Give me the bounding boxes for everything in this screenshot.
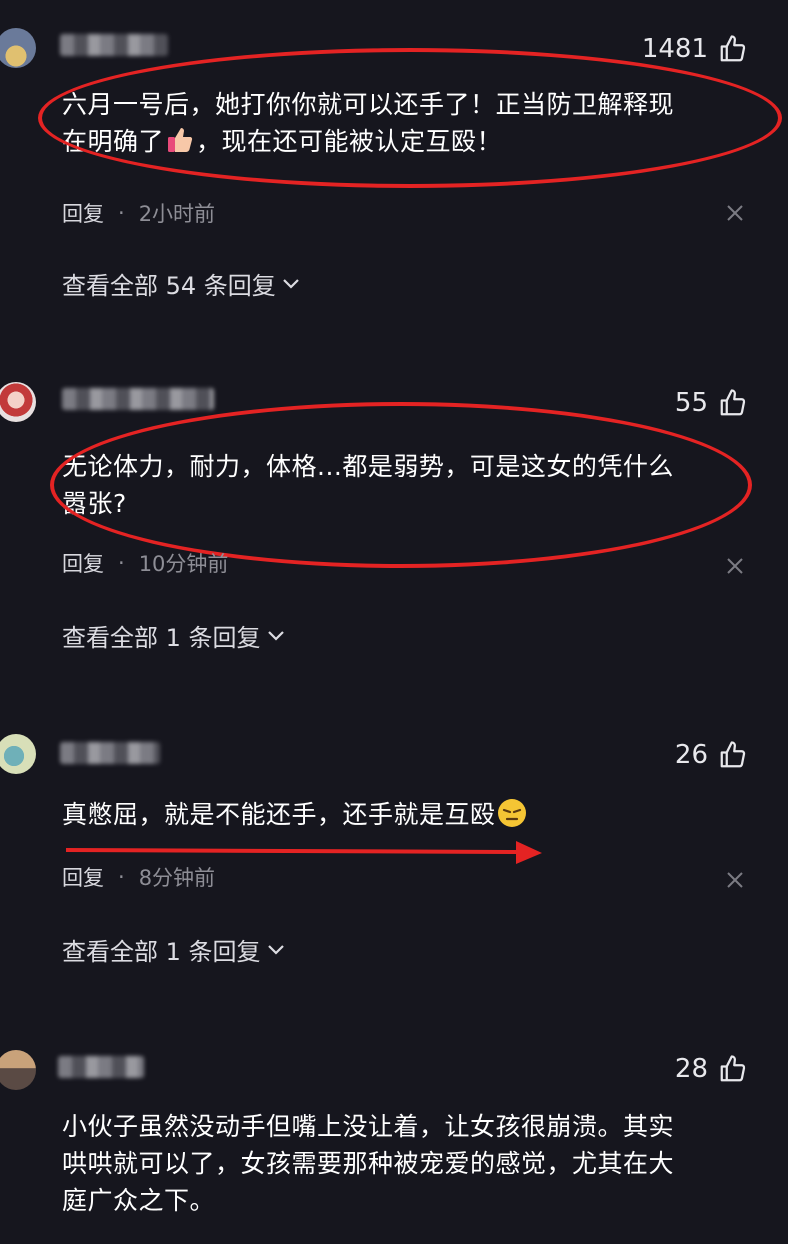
comment-text-line: 哄哄就可以了，女孩需要那种被宠爱的感觉，尤其在大 (62, 1149, 675, 1178)
comment-text: 真憋屈，就是不能还手，还手就是互殴 (62, 796, 742, 833)
separator-dot: · (118, 865, 125, 889)
view-all-replies-button[interactable]: 查看全部 1 条回复 (62, 618, 285, 653)
close-icon[interactable] (724, 555, 746, 577)
thumbs-up-icon (720, 35, 746, 62)
like-button[interactable]: 1481 (642, 34, 748, 64)
like-button[interactable]: 28 (675, 1054, 748, 1084)
view-all-replies-button[interactable]: 查看全部 54 条回复 (62, 266, 300, 301)
like-count: 1481 (641, 34, 708, 64)
like-count: 55 (674, 388, 708, 418)
username-blurred[interactable] (58, 1056, 144, 1078)
reply-button[interactable]: 回复 (62, 862, 104, 892)
timestamp: 10分钟前 (138, 552, 229, 576)
thumbs-up-icon (720, 389, 746, 416)
view-all-replies-label: 查看全部 1 条回复 (62, 938, 261, 966)
view-all-replies-label: 查看全部 54 条回复 (62, 272, 276, 300)
avatar[interactable] (0, 28, 36, 68)
username-blurred[interactable] (62, 388, 214, 410)
comment-text-line: 庭广众之下。 (62, 1186, 216, 1215)
comment-text-segment: 真憋屈，就是不能还手，还手就是互殴 (62, 800, 496, 829)
view-all-replies-button[interactable]: 查看全部 1 条回复 (62, 932, 285, 967)
reply-button[interactable]: 回复 (62, 198, 104, 228)
close-icon[interactable] (724, 869, 746, 891)
comment-text-line: 小伙子虽然没动手但嘴上没让着，让女孩很崩溃。其实 (62, 1112, 675, 1141)
thumbs-up-icon (720, 741, 746, 768)
comment-meta: 回复 · 10分钟前 (62, 548, 228, 578)
like-count: 28 (674, 1054, 708, 1084)
annoyed-face-emoji-icon (497, 799, 526, 827)
comment-text: 小伙子虽然没动手但嘴上没让着，让女孩很崩溃。其实 哄哄就可以了，女孩需要那种被宠… (62, 1108, 742, 1219)
username-blurred[interactable] (60, 34, 168, 56)
timestamp: 8分钟前 (138, 866, 216, 890)
comment-meta: 回复 · 2小时前 (62, 198, 215, 228)
separator-dot: · (118, 201, 125, 225)
chevron-down-icon (283, 278, 299, 289)
thumbs-up-icon (720, 1055, 746, 1082)
red-annotation-oval (38, 48, 782, 188)
chevron-down-icon (267, 630, 284, 641)
timestamp: 2小时前 (138, 202, 216, 226)
red-annotation-oval (50, 402, 752, 568)
separator-dot: · (118, 551, 125, 575)
username-blurred[interactable] (60, 742, 160, 764)
like-button[interactable]: 55 (675, 388, 748, 418)
chevron-down-icon (267, 944, 284, 955)
like-count: 26 (674, 740, 708, 770)
close-icon[interactable] (724, 202, 746, 224)
comment-meta: 回复 · 8分钟前 (62, 862, 215, 892)
view-all-replies-label: 查看全部 1 条回复 (62, 624, 261, 652)
avatar[interactable] (0, 382, 36, 422)
avatar[interactable] (0, 734, 36, 774)
reply-button[interactable]: 回复 (62, 548, 104, 578)
avatar[interactable] (0, 1050, 36, 1090)
like-button[interactable]: 26 (675, 740, 748, 770)
comment-text-line: 真憋屈，就是不能还手，还手就是互殴 (62, 796, 742, 833)
